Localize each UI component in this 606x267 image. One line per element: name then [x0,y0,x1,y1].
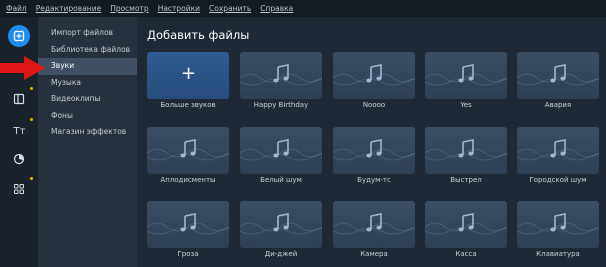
sound-tile-label: Аплодисменты [160,176,216,184]
category-sounds[interactable]: Звуки [38,58,137,75]
category-backgrounds[interactable]: Фоны [38,108,137,125]
sound-tile-label: Касса [455,250,477,258]
menu-settings[interactable]: Настройки [158,4,200,13]
sound-tile[interactable] [240,52,322,99]
sound-tile[interactable] [147,127,229,174]
sound-tile-label: Happy Birthday [253,101,309,109]
sound-tile[interactable] [147,201,229,248]
import-icon [13,30,25,42]
app-window: Файл Редактирование Просмотр Настройки С… [0,0,606,267]
menu-view[interactable]: Просмотр [110,4,149,13]
sound-tile-label: Больше звуков [160,101,216,109]
category-effects-store[interactable]: Магазин эффектов [38,124,137,141]
sound-tile[interactable] [425,127,507,174]
sound-tile-label: Клавиатура [536,250,580,258]
sound-tile[interactable] [425,52,507,99]
transitions-tool-button[interactable] [8,87,33,110]
sound-tile-label: Городской шум [529,176,587,184]
menu-edit[interactable]: Редактирование [36,4,101,13]
music-note-icon [550,213,566,232]
sound-tile[interactable] [517,127,599,174]
filters-icon [13,153,25,165]
category-import-files[interactable]: Импорт файлов [38,25,137,42]
music-note-icon [458,64,474,83]
titles-tool-button[interactable]: Tт [8,118,33,141]
music-note-icon [366,213,382,232]
new-badge-dot [30,177,33,180]
red-callout-arrow [0,56,45,80]
more-tools-icon [14,184,24,194]
new-badge-dot [30,118,33,121]
transitions-icon [13,93,25,105]
new-badge-dot [30,87,33,90]
category-file-library[interactable]: Библиотека файлов [38,42,137,59]
music-note-icon [273,64,289,83]
sound-tile-label: Авария [544,101,572,109]
sound-tile-label: Гроза [177,250,199,258]
sound-tile[interactable] [333,52,415,99]
sound-tile-label: Выстрел [450,176,482,184]
music-note-icon [180,139,196,158]
more-tools-button[interactable] [8,177,33,200]
import-tool-button[interactable] [8,25,30,47]
category-list: Импорт файлов Библиотека файлов Звуки Му… [38,17,137,267]
music-note-icon [273,139,289,158]
music-note-icon [550,64,566,83]
sound-tile-label: Ди-джей [264,250,298,258]
sound-tile[interactable] [333,127,415,174]
titles-icon: Tт [13,126,26,136]
menu-bar: Файл Редактирование Просмотр Настройки С… [0,0,606,17]
page-title: Добавить файлы [147,28,250,42]
music-note-icon [458,139,474,158]
menu-save[interactable]: Сохранить [209,4,251,13]
more-sounds-tile[interactable]: + [147,52,229,99]
sound-tile[interactable] [240,201,322,248]
menu-help[interactable]: Справка [260,4,293,13]
music-note-icon [458,213,474,232]
music-note-icon [180,213,196,232]
sound-library-panel: Добавить файлы + Больше звуков Happy Birth… [137,17,606,267]
sound-tile-label: Камера [360,250,388,258]
sound-tile-label: Yes [460,101,472,109]
music-note-icon [550,139,566,158]
sound-tile[interactable] [240,127,322,174]
music-note-icon [273,213,289,232]
music-note-icon [366,139,382,158]
category-video-clips[interactable]: Видеоклипы [38,91,137,108]
sound-tile[interactable] [517,201,599,248]
menu-file[interactable]: Файл [6,4,27,13]
svg-text:Tт: Tт [13,126,26,136]
sound-tile[interactable] [425,201,507,248]
category-music[interactable]: Музыка [38,75,137,92]
tool-rail: Tт [0,17,38,267]
filters-tool-button[interactable] [8,148,30,170]
plus-icon: + [181,63,197,84]
sound-tile-label: Noooo [362,101,386,109]
music-note-icon [366,64,382,83]
sound-tile-label: Белый шум [260,176,302,184]
sound-tile-label: Будум-тс [357,176,391,184]
sound-tile[interactable] [333,201,415,248]
sound-tile[interactable] [517,52,599,99]
